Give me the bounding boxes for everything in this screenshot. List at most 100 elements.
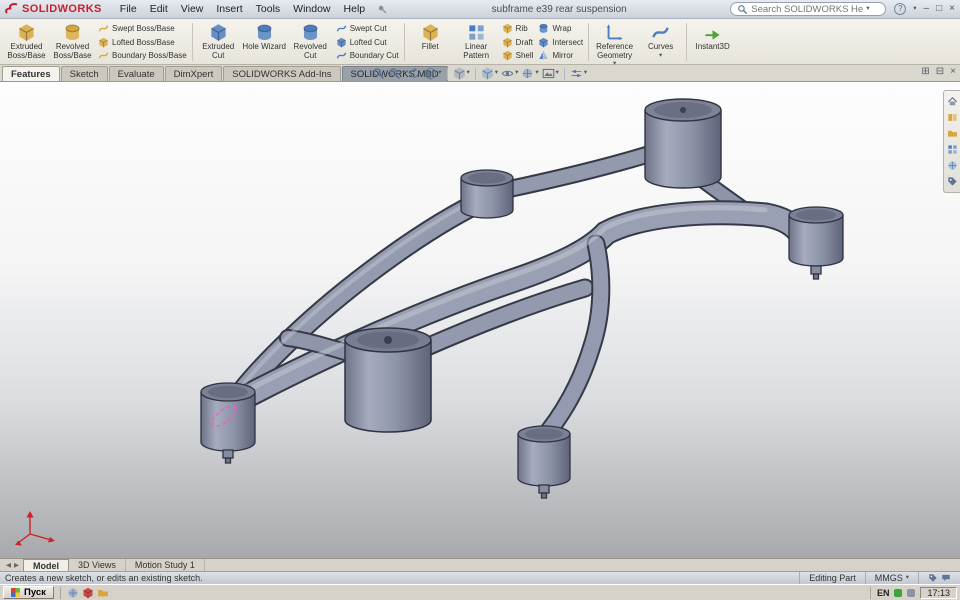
curves-button[interactable]: Curves ▾ [638,21,683,63]
graphics-area[interactable] [0,82,960,558]
brand-text: SOLIDWORKS [22,3,102,15]
units-caret-icon: ▾ [906,575,909,582]
file-explorer-icon[interactable] [947,128,958,139]
reference-geometry-button[interactable]: Reference Geometry ▾ [592,21,637,63]
window-controls: ? ▾ – □ × [890,3,955,15]
search-input[interactable] [751,4,863,15]
revolved-cut-button[interactable]: Revolved Cut [288,21,333,63]
origin-triad [15,511,55,546]
scroll-tabs-left-icon[interactable]: ◀ [6,561,11,569]
merge-pane-icon[interactable]: ⊟ [936,66,944,77]
instant3d-button[interactable]: Instant3D [690,21,735,63]
tab-model[interactable]: Model [23,559,69,571]
menu-tools[interactable]: Tools [250,2,287,16]
differential-mount-center [345,328,431,432]
apply-scene-button[interactable]: ▾ [542,67,559,80]
tab-dimxpert[interactable]: DimXpert [165,66,223,81]
tray-green-icon[interactable] [894,589,902,597]
solidworks-quicklaunch-icon[interactable] [82,587,94,599]
wrap-button[interactable]: Wrap [538,22,583,35]
task-pane-home-icon[interactable] [947,96,958,107]
lofted-cut-button[interactable]: Lofted Cut [336,36,399,49]
swept-boss-base-button[interactable]: Swept Boss/Base [98,22,187,35]
menu-view[interactable]: View [175,2,210,16]
language-indicator[interactable]: EN [877,588,890,598]
ribbon-divider [404,23,405,61]
boundary-cut-icon [336,50,347,61]
help-icon[interactable]: ? [894,3,906,15]
menu-insert[interactable]: Insert [210,2,248,16]
extruded-boss-base-button[interactable]: Extruded Boss/Base [4,21,49,63]
revolved-boss-base-button[interactable]: Revolved Boss/Base [50,21,95,63]
appearances-icon[interactable] [947,160,958,171]
view-settings-button[interactable]: ▾ [570,67,587,80]
display-style-button[interactable]: ▾ [481,67,498,80]
boundary-boss-icon [98,50,109,61]
menu-window[interactable]: Window [287,2,336,16]
swept-cut-icon [336,23,347,34]
swept-cut-button[interactable]: Swept Cut [336,22,399,35]
fillet-button[interactable]: Fillet [408,21,453,63]
edit-appearance-button[interactable]: ▾ [521,67,538,80]
mirror-icon [538,50,549,61]
tab-features[interactable]: Features [2,66,60,81]
menu-file[interactable]: File [114,2,143,16]
split-pane-icon[interactable]: ⊞ [921,66,929,77]
pin-menu-icon[interactable] [377,4,388,15]
titlebar-options-caret-icon[interactable]: ▾ [913,6,916,13]
subframe-tubes [231,152,798,432]
browser-quicklaunch-icon[interactable] [67,587,79,599]
bushing-bottom-left [201,383,255,463]
folder-quicklaunch-icon[interactable] [97,587,109,599]
extruded-cut-button[interactable]: Extruded Cut [196,21,241,63]
close-button[interactable]: × [949,4,955,14]
tab-motion-study-1[interactable]: Motion Study 1 [126,559,205,571]
curves-caret-icon: ▾ [659,53,662,60]
menu-edit[interactable]: Edit [144,2,174,16]
hole-wizard-button[interactable]: Hole Wizard [242,21,287,63]
previous-view-button[interactable] [408,67,421,80]
clock[interactable]: 17:13 [920,587,957,599]
lofted-boss-icon [98,37,109,48]
boundary-boss-base-button[interactable]: Boundary Boss/Base [98,49,187,62]
view-palette-icon[interactable] [947,144,958,155]
revolved-boss-icon [63,23,82,42]
minimize-button[interactable]: – [924,4,930,14]
model-3d-view[interactable] [0,82,960,558]
draft-button[interactable]: Draft [502,36,534,49]
linear-pattern-button[interactable]: Linear Pattern [454,21,499,63]
shell-icon [502,50,513,61]
search-icon [737,4,748,15]
zoom-fit-button[interactable] [372,67,385,80]
shell-button[interactable]: Shell [502,49,534,62]
maximize-button[interactable]: □ [936,4,942,14]
zoom-area-button[interactable]: ▾ [388,67,405,80]
tab-solidworks-add-ins[interactable]: SOLIDWORKS Add-Ins [223,66,340,81]
close-pane-icon[interactable]: × [950,66,956,77]
boundary-cut-button[interactable]: Boundary Cut [336,49,399,62]
rib-button[interactable]: Rib [502,22,534,35]
heads-up-view-toolbar: ▾ ▾ ▾ ▾ ▾ ▾ ▾ ▾ [372,67,587,80]
status-chat-icon[interactable] [941,573,951,583]
view-orientation-button[interactable]: ▾ [453,67,470,80]
intersect-button[interactable]: Intersect [538,36,583,49]
tab-sketch[interactable]: Sketch [61,66,108,81]
task-pane [943,90,960,193]
tab-3d-views[interactable]: 3D Views [69,559,126,571]
lofted-boss-base-button[interactable]: Lofted Boss/Base [98,36,187,49]
document-title: subframe e39 rear suspension [392,4,726,15]
status-tag-icon[interactable] [928,573,938,583]
tab-evaluate[interactable]: Evaluate [109,66,164,81]
search-scope-caret-icon[interactable]: ▾ [866,6,869,13]
command-manager-tabstrip: Features Sketch Evaluate DimXpert SOLIDW… [0,65,960,82]
menu-help[interactable]: Help [338,2,372,16]
start-button[interactable]: Пуск [3,586,54,599]
scroll-tabs-right-icon[interactable]: ▶ [14,561,19,569]
custom-properties-icon[interactable] [947,176,958,187]
tray-gray-icon[interactable] [907,589,915,597]
hide-show-items-button[interactable]: ▾ [501,67,518,80]
units-selector[interactable]: MMGS ▾ [865,572,918,584]
section-view-button[interactable]: ▾ [424,67,441,80]
mirror-button[interactable]: Mirror [538,49,583,62]
design-library-icon[interactable] [947,112,958,123]
